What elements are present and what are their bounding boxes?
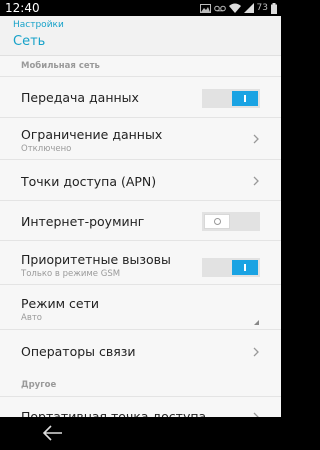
hotspot-label: Портативная точка доступа	[21, 409, 207, 417]
chevron-right-icon	[253, 134, 259, 144]
row-priority-calls[interactable]: Приоритетные вызовы Только в режиме GSM	[0, 240, 281, 284]
apn-label: Точки доступа (APN)	[21, 174, 157, 189]
wifi-icon	[228, 3, 241, 13]
header: Настройки Сеть	[0, 16, 281, 56]
battery-icon	[271, 2, 277, 14]
data-limit-value: Отключено	[21, 144, 72, 154]
status-bar: 12:40 73	[0, 0, 281, 16]
row-data-limit[interactable]: Ограничение данных Отключено	[0, 117, 281, 159]
battery-level: 73	[256, 3, 268, 13]
chevron-right-icon	[253, 176, 259, 186]
priority-calls-switch[interactable]	[202, 258, 260, 277]
settings-list: Мобильная сеть Передача данных Ограничен…	[0, 56, 281, 417]
row-data-transfer[interactable]: Передача данных	[0, 76, 281, 117]
clock: 12:40	[5, 1, 40, 15]
breadcrumb[interactable]: Настройки	[13, 20, 64, 30]
row-network-mode[interactable]: Режим сети Авто	[0, 284, 281, 329]
back-arrow-icon[interactable]	[42, 424, 64, 442]
switch-knob	[204, 214, 230, 229]
navigation-bar	[0, 417, 281, 450]
data-transfer-switch[interactable]	[202, 89, 260, 108]
data-transfer-label: Передача данных	[21, 90, 139, 105]
switch-knob	[232, 91, 258, 106]
chevron-right-icon	[253, 347, 259, 357]
roaming-label: Интернет-роуминг	[21, 214, 145, 229]
status-icons: 73	[199, 2, 277, 14]
image-icon	[199, 3, 211, 13]
operators-label: Операторы связи	[21, 344, 136, 359]
row-hotspot[interactable]: Портативная точка доступа	[0, 396, 281, 417]
signal-icon	[243, 3, 254, 13]
data-limit-label: Ограничение данных	[21, 127, 163, 142]
screen: 12:40 73 Настройки Сеть Мобильная сеть П…	[0, 0, 281, 450]
network-mode-label: Режим сети	[21, 296, 99, 311]
section-header-other: Другое	[21, 380, 57, 390]
priority-calls-sub: Только в режиме GSM	[21, 269, 121, 279]
dropdown-indicator-icon	[254, 320, 259, 325]
row-operators[interactable]: Операторы связи	[0, 329, 281, 370]
row-roaming[interactable]: Интернет-роуминг	[0, 200, 281, 240]
page-title: Сеть	[13, 34, 46, 49]
roaming-switch[interactable]	[202, 212, 260, 231]
network-mode-value: Авто	[21, 313, 42, 323]
priority-calls-label: Приоритетные вызовы	[21, 252, 171, 267]
row-apn[interactable]: Точки доступа (APN)	[0, 159, 281, 200]
voicemail-icon	[213, 5, 226, 11]
section-header-mobile: Мобильная сеть	[21, 61, 100, 71]
switch-knob	[232, 260, 258, 275]
